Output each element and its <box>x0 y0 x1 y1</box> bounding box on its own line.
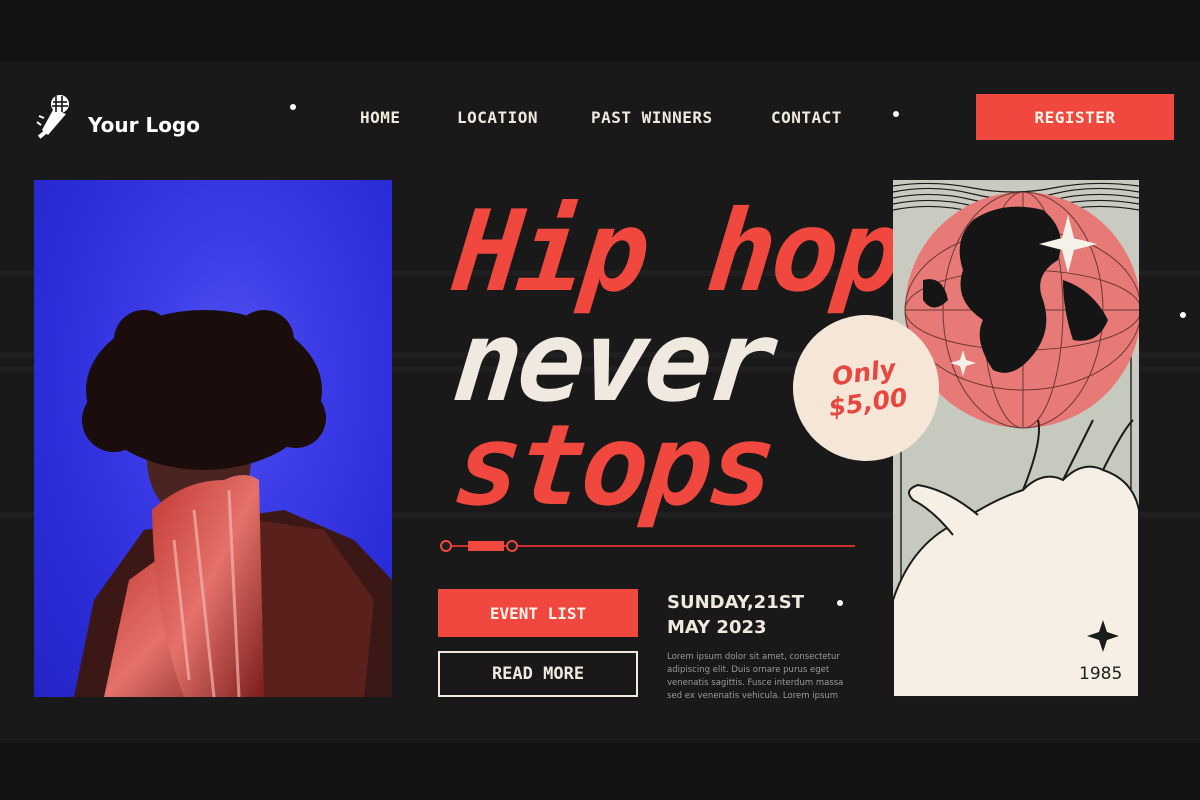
nav-past-winners[interactable]: PAST WINNERS <box>591 108 713 127</box>
artwork-year: 1985 <box>1079 664 1123 684</box>
carousel-dot[interactable] <box>440 540 452 552</box>
landing-page: Your Logo HOME LOCATION PAST WINNERS CON… <box>0 0 1200 800</box>
logo[interactable]: Your Logo <box>36 92 200 140</box>
microphone-icon <box>36 95 69 139</box>
headline-line-1: Hip hop <box>448 187 906 317</box>
headline-line-3: stops <box>448 401 779 531</box>
event-description: Lorem ipsum dolor sit amet, consectetur … <box>667 652 844 701</box>
top-band <box>0 0 1200 62</box>
nav-location[interactable]: LOCATION <box>457 108 538 127</box>
nav-contact[interactable]: CONTACT <box>771 108 842 127</box>
decorative-dot <box>837 600 843 606</box>
artist-illustration <box>74 310 392 697</box>
logo-text: Your Logo <box>88 113 200 137</box>
register-button[interactable]: REGISTER <box>976 94 1174 140</box>
carousel-active-indicator[interactable] <box>468 541 504 551</box>
hero-photo <box>34 180 392 697</box>
event-list-button[interactable]: EVENT LIST <box>438 589 638 637</box>
decorative-dot <box>1180 312 1186 318</box>
globe-illustration <box>893 180 1139 697</box>
decorative-dot <box>290 104 296 110</box>
event-date-month: MAY 2023 <box>667 617 767 638</box>
read-more-button[interactable]: READ MORE <box>438 651 638 697</box>
carousel-dot[interactable] <box>506 540 518 552</box>
event-date: SUNDAY,21ST MAY 2023 <box>667 590 804 640</box>
event-date-day: SUNDAY,21ST <box>667 592 804 613</box>
nav-home[interactable]: HOME <box>360 108 401 127</box>
decorative-dot <box>893 111 899 117</box>
globe-artwork <box>893 180 1139 697</box>
bottom-band <box>0 743 1200 800</box>
